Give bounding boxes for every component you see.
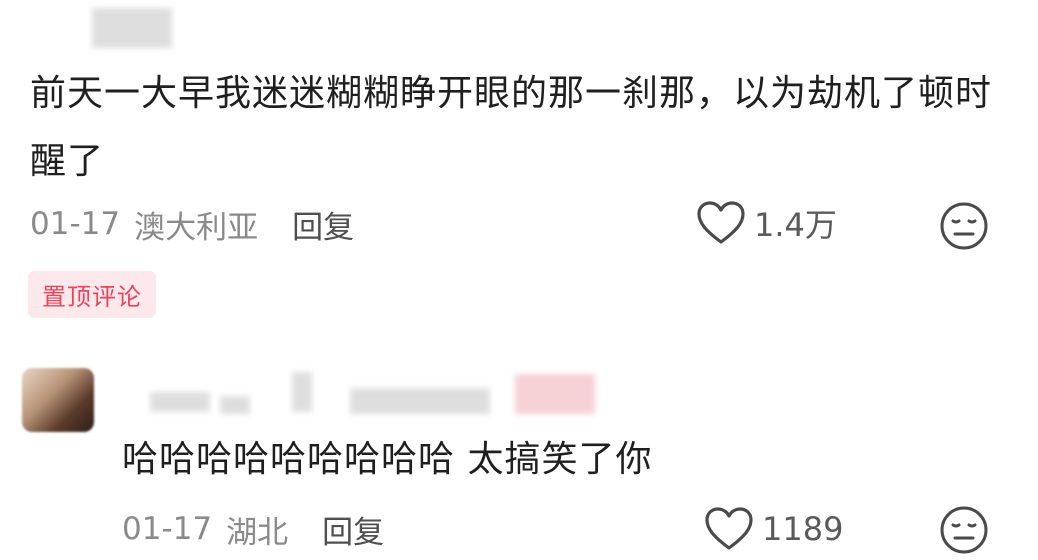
reply-like-button[interactable]: 1189 <box>704 506 843 552</box>
comment-meta: 01-17 澳大利亚 回复 <box>30 196 1010 252</box>
pinned-comment-badge: 置顶评论 <box>28 271 156 318</box>
reply-dislike-button[interactable] <box>938 504 990 560</box>
reply-text: 哈哈哈哈哈哈哈哈哈 太搞笑了你 <box>122 439 653 480</box>
reply-date: 01-17 <box>122 511 213 547</box>
reply-like-count: 1189 <box>762 510 844 548</box>
blurred-badge-reply <box>515 374 595 414</box>
heart-outline-icon <box>697 201 745 244</box>
blurred-username-top <box>92 8 172 48</box>
reply-reply-button[interactable]: 回复 <box>322 507 384 552</box>
comment-date: 01-17 <box>30 206 121 242</box>
reply-meta: 01-17 湖北 回复 <box>122 502 384 556</box>
blurred-username-reply-2 <box>220 396 250 414</box>
meh-face-icon <box>940 202 988 250</box>
heart-outline-icon <box>705 507 753 550</box>
meh-face-icon <box>940 506 988 554</box>
comment-location: 澳大利亚 <box>134 209 259 246</box>
blurred-username-reply <box>150 392 210 412</box>
blurred-username-reply-3 <box>292 372 312 412</box>
comment-dislike-button[interactable] <box>938 200 990 256</box>
comment-like-button[interactable]: 1.4万 <box>696 200 837 246</box>
reply-location: 湖北 <box>226 514 289 551</box>
comment-like-count: 1.4万 <box>754 206 837 244</box>
comment-text: 前天一大早我迷迷糊糊睁开眼的那一刹那，以为劫机了顿时醒了 <box>30 73 993 182</box>
avatar[interactable] <box>22 368 94 432</box>
comment-reply-button[interactable]: 回复 <box>292 202 354 247</box>
blurred-username-reply-4 <box>350 388 490 414</box>
